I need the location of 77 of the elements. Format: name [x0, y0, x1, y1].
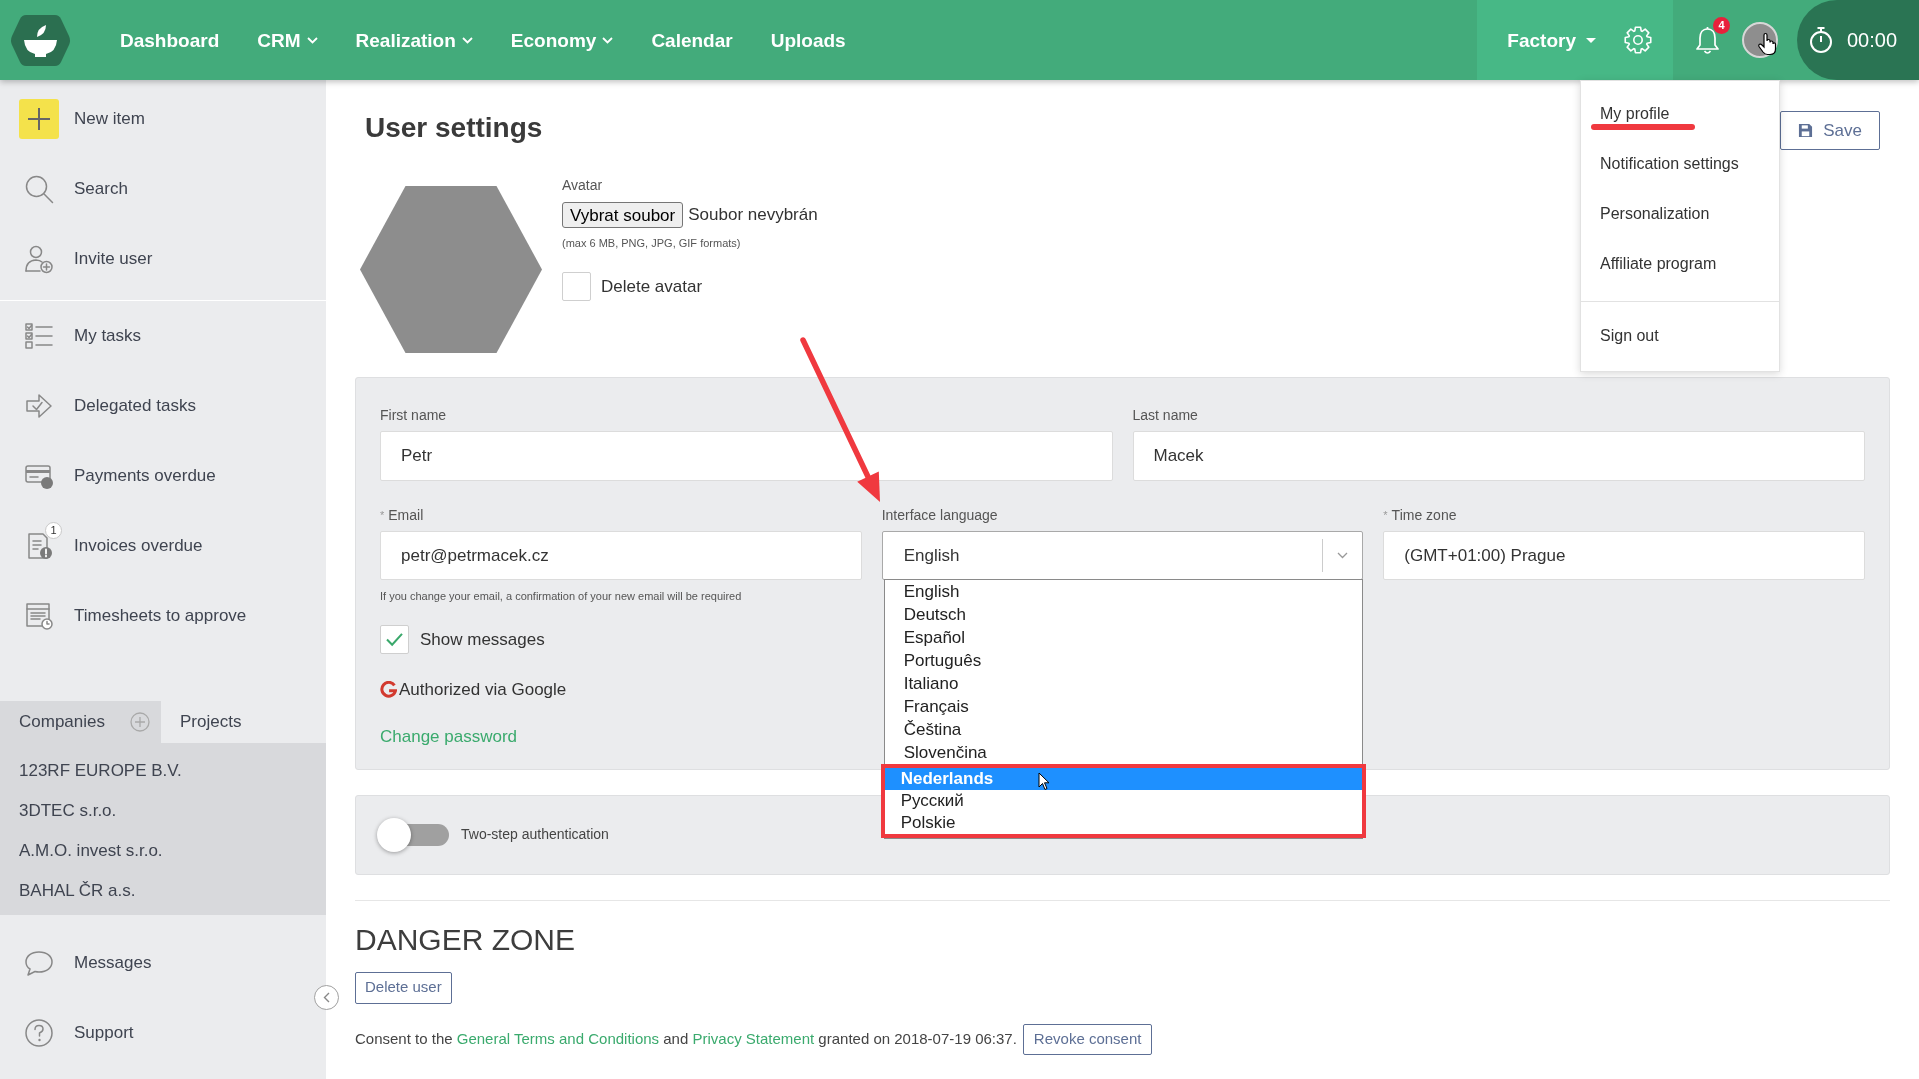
search-icon — [24, 174, 54, 204]
save-button[interactable]: Save — [1780, 111, 1880, 150]
auth-status-text: Authorized via Google — [399, 679, 567, 701]
menu-item[interactable]: My profile — [1581, 89, 1779, 139]
company-item[interactable]: A.M.O. invest s.r.o. — [0, 831, 326, 871]
sidebar-tab[interactable]: Companies — [0, 701, 161, 743]
company-item[interactable]: BAHAL ČR a.s. — [0, 871, 326, 911]
checklist-icon — [24, 321, 54, 351]
logo-icon — [10, 12, 71, 68]
sidebar-item[interactable]: New item — [0, 84, 326, 154]
help-text: (max 6 MB, PNG, JPG, GIF formats) — [562, 236, 741, 250]
page-title: User settings — [365, 111, 543, 145]
add-circle-icon[interactable] — [130, 712, 150, 732]
consent-text: Consent to the General Terms and Conditions and Privacy Statement granted on 2018-07-19 06:37. — [355, 1028, 1017, 1049]
add-user-icon — [24, 244, 54, 274]
caret-down-icon — [1586, 37, 1596, 43]
timesheet-clock-icon — [24, 601, 54, 631]
last-name-field[interactable]: Macek — [1132, 431, 1865, 481]
chat-bubble-icon — [24, 948, 54, 978]
field-label: Time zone — [1391, 506, 1457, 524]
field-label: Last name — [1132, 406, 1198, 424]
field-label: Interface language — [881, 506, 998, 524]
menu-item[interactable]: Notification settings — [1581, 139, 1779, 189]
help-text: If you change your email, a confirmation of your new email will be required — [380, 589, 743, 603]
checkbox-label: Delete avatar — [601, 275, 703, 298]
sidebar-item[interactable]: Delegated tasks — [0, 371, 326, 441]
chevron-down-icon — [602, 36, 614, 44]
plus-icon — [19, 99, 59, 139]
toggle-switch[interactable] — [377, 817, 449, 852]
sidebar-item[interactable]: Support — [0, 998, 326, 1068]
required-mark: * — [1383, 508, 1388, 523]
company-item[interactable]: 3DTEC s.r.o. — [0, 791, 326, 831]
company-item[interactable]: 123RF EUROPE B.V. — [0, 751, 326, 791]
delete-user-button[interactable]: Delete user — [355, 971, 452, 1004]
sidebar-item[interactable]: My tasks — [0, 301, 326, 371]
arrow-check-icon — [24, 391, 54, 421]
menu-item[interactable]: Affiliate program — [1581, 239, 1779, 289]
notification-badge: 4 — [1713, 16, 1730, 34]
sidebar-item[interactable]: Invite user — [0, 224, 326, 294]
sidebar-item[interactable]: Search — [0, 154, 326, 224]
chevron-down-icon — [461, 36, 473, 44]
sidebar-item[interactable]: 1 Invoices overdue — [0, 511, 326, 581]
file-button[interactable]: Vybrat soubor — [562, 202, 684, 228]
hand-cursor-icon — [1757, 32, 1777, 56]
section-heading: DANGER ZONE — [355, 921, 577, 958]
file-status: Soubor nevybrán — [688, 204, 818, 227]
time-zone-field[interactable]: (GMT+01:00) Prague — [1383, 531, 1865, 580]
chevron-down-icon — [1337, 552, 1349, 559]
first-name-field[interactable]: Petr — [380, 431, 1113, 481]
settings-icon[interactable] — [1624, 26, 1652, 54]
field-label: Avatar — [562, 176, 603, 194]
chevron-left-icon — [323, 992, 330, 1003]
required-mark: * — [380, 508, 385, 523]
g-logo-icon — [380, 681, 397, 699]
pointer-cursor-icon — [1038, 772, 1050, 791]
toggle-label: Two-step authentication — [461, 825, 609, 844]
count-badge: 1 — [45, 522, 62, 539]
stopwatch-icon[interactable] — [1809, 26, 1833, 54]
checkbox[interactable] — [380, 625, 409, 654]
help-icon — [24, 1018, 54, 1048]
revoke-consent-button[interactable]: Revoke consent — [1022, 1023, 1153, 1055]
collapse-sidebar-button[interactable] — [314, 985, 339, 1010]
save-icon — [1798, 123, 1814, 138]
language-select[interactable]: English — [881, 531, 1364, 580]
field-label: First name — [380, 406, 447, 424]
checkbox[interactable] — [562, 272, 591, 301]
checkbox-label: Show messages — [420, 628, 545, 651]
sidebar-item[interactable]: Payments overdue — [0, 441, 326, 511]
sidebar-item[interactable]: Timesheets to approve — [0, 581, 326, 651]
email-field[interactable]: petr@petrmacek.cz — [380, 531, 862, 580]
field-label: Email — [388, 506, 424, 524]
checkmark-icon — [385, 632, 404, 647]
menu-item[interactable]: Personalization — [1581, 189, 1779, 239]
menu-item[interactable]: Sign out — [1581, 311, 1779, 361]
timer-display: 00:00 — [1847, 30, 1898, 50]
chevron-down-icon — [306, 36, 318, 44]
sidebar-item[interactable]: Messages — [0, 928, 326, 998]
